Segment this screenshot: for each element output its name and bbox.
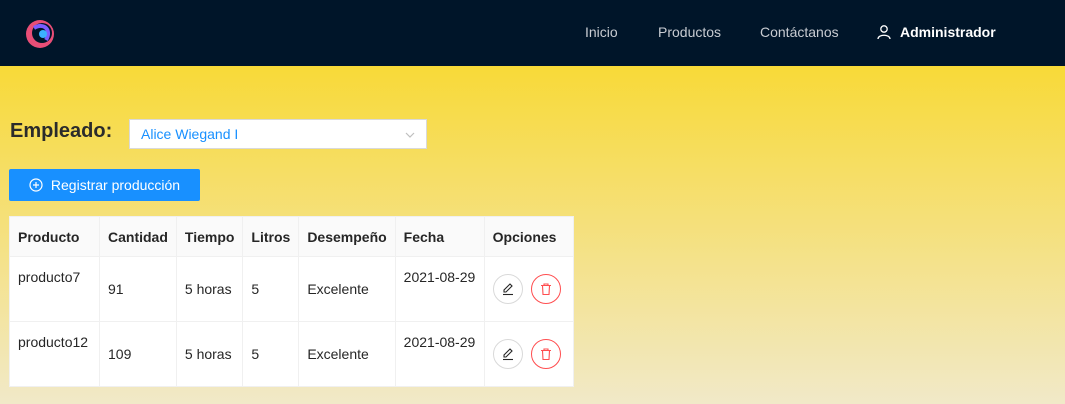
delete-icon bbox=[540, 283, 551, 296]
cell-producto: producto12 bbox=[9, 321, 100, 387]
app-logo-icon[interactable] bbox=[24, 18, 56, 50]
user-icon bbox=[877, 25, 891, 40]
edit-button[interactable] bbox=[492, 339, 523, 369]
nav-link-contactanos[interactable]: Contáctanos bbox=[760, 24, 839, 40]
production-table: Producto Cantidad Tiempo Litros Desempeñ… bbox=[9, 216, 574, 387]
cell-litros: 5 bbox=[242, 321, 300, 387]
employee-select[interactable]: Alice Wiegand I bbox=[129, 119, 427, 149]
cell-producto: producto7 bbox=[9, 256, 100, 322]
col-header-desempeno[interactable]: Desempeño bbox=[298, 216, 396, 257]
register-production-label: Registrar producción bbox=[50, 177, 181, 193]
edit-icon bbox=[502, 348, 513, 361]
employee-label: Empleado: bbox=[10, 120, 113, 142]
col-header-cantidad[interactable]: Cantidad bbox=[99, 216, 177, 257]
cell-opciones bbox=[483, 321, 574, 387]
cell-desempeno: Excelente bbox=[298, 256, 396, 322]
user-menu[interactable]: Administrador bbox=[876, 24, 996, 40]
table-row: producto12 109 5 horas 5 Excelente 2021-… bbox=[9, 321, 574, 387]
cell-tiempo: 5 horas bbox=[175, 256, 244, 322]
employee-select-value: Alice Wiegand I bbox=[141, 126, 239, 142]
plus-circle-icon bbox=[29, 178, 43, 192]
nav-link-productos[interactable]: Productos bbox=[658, 24, 721, 40]
chevron-down-icon bbox=[405, 132, 415, 138]
delete-button[interactable] bbox=[530, 339, 561, 369]
table-row: producto7 91 5 horas 5 Excelente 2021-08… bbox=[9, 256, 574, 322]
cell-litros: 5 bbox=[242, 256, 300, 322]
delete-icon bbox=[540, 348, 551, 361]
delete-button[interactable] bbox=[530, 274, 561, 304]
top-navbar: Inicio Productos Contáctanos Administrad… bbox=[0, 0, 1065, 66]
col-header-producto[interactable]: Producto bbox=[9, 216, 100, 257]
user-name: Administrador bbox=[900, 24, 996, 40]
edit-button[interactable] bbox=[492, 274, 523, 304]
register-production-button[interactable]: Registrar producción bbox=[9, 169, 200, 201]
nav-link-inicio[interactable]: Inicio bbox=[585, 24, 618, 40]
cell-tiempo: 5 horas bbox=[175, 321, 244, 387]
cell-cantidad: 91 bbox=[99, 256, 177, 322]
col-header-litros[interactable]: Litros bbox=[242, 216, 300, 257]
col-header-fecha[interactable]: Fecha bbox=[394, 216, 485, 257]
cell-desempeno: Excelente bbox=[298, 321, 396, 387]
cell-fecha: 2021-08-29 bbox=[394, 321, 485, 387]
cell-cantidad: 109 bbox=[99, 321, 177, 387]
col-header-opciones: Opciones bbox=[483, 216, 574, 257]
col-header-tiempo[interactable]: Tiempo bbox=[175, 216, 244, 257]
table-header-row: Producto Cantidad Tiempo Litros Desempeñ… bbox=[9, 216, 574, 257]
edit-icon bbox=[502, 283, 513, 296]
cell-fecha: 2021-08-29 bbox=[394, 256, 485, 322]
cell-opciones bbox=[483, 256, 574, 322]
